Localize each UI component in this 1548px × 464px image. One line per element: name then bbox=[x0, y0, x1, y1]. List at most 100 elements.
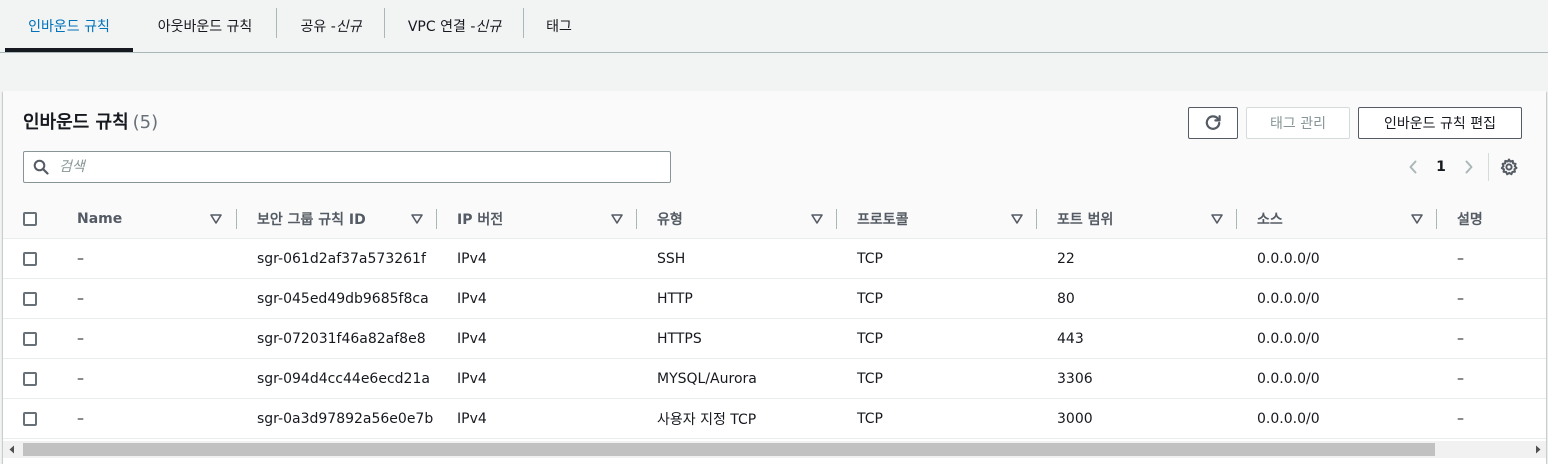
tab-label: 인바운드 규칙 bbox=[28, 19, 110, 35]
column-divider[interactable] bbox=[436, 209, 437, 229]
refresh-button[interactable] bbox=[1188, 107, 1238, 139]
new-badge: 신규 bbox=[335, 19, 362, 35]
table-row[interactable]: – sgr-061d2af37a573261f IPv4 SSH TCP 22 … bbox=[3, 239, 1546, 279]
cell-port-range: 443 bbox=[1057, 331, 1084, 347]
column-divider[interactable] bbox=[1236, 209, 1237, 229]
cell-port-range: 22 bbox=[1057, 251, 1075, 267]
row-checkbox[interactable] bbox=[23, 372, 37, 386]
cell-rule-id: sgr-061d2af37a573261f bbox=[257, 251, 426, 267]
column-header-source[interactable]: 소스 bbox=[1257, 199, 1283, 239]
inbound-rules-panel: 인바운드 규칙(5) 태그 관리 인바운드 규칙 편집 1 bbox=[3, 91, 1546, 464]
cell-name: – bbox=[77, 371, 84, 387]
row-checkbox[interactable] bbox=[23, 412, 37, 426]
next-page-button[interactable] bbox=[1459, 155, 1479, 179]
triangle-right-icon bbox=[1535, 445, 1540, 454]
cell-port-range: 3000 bbox=[1057, 411, 1093, 427]
panel-header: 인바운드 규칙(5) 태그 관리 인바운드 규칙 편집 1 bbox=[3, 91, 1546, 199]
column-header-rule-id[interactable]: 보안 그룹 규칙 ID bbox=[257, 199, 366, 239]
pagination-divider bbox=[1488, 153, 1489, 181]
column-header-description[interactable]: 설명 bbox=[1457, 199, 1483, 239]
table-header: Name 보안 그룹 규칙 ID IP 버전 유형 프로토콜 포트 범위 소스 … bbox=[3, 199, 1546, 239]
triangle-left-icon bbox=[9, 445, 14, 454]
preferences-button[interactable] bbox=[1498, 155, 1520, 179]
scrollbar-thumb[interactable] bbox=[23, 443, 1435, 456]
cell-protocol: TCP bbox=[857, 371, 883, 387]
table-row[interactable]: – sgr-0a3d97892a56e0e7b IPv4 사용자 지정 TCP … bbox=[3, 399, 1546, 439]
cell-description: – bbox=[1457, 251, 1464, 267]
cell-protocol: TCP bbox=[857, 291, 883, 307]
sort-icon[interactable] bbox=[1410, 212, 1424, 226]
cell-protocol: TCP bbox=[857, 251, 883, 267]
cell-port-range: 3306 bbox=[1057, 371, 1093, 387]
column-header-type[interactable]: 유형 bbox=[657, 199, 683, 239]
sort-icon[interactable] bbox=[1210, 212, 1224, 226]
column-divider[interactable] bbox=[836, 209, 837, 229]
column-divider[interactable] bbox=[1436, 209, 1437, 229]
chevron-left-icon bbox=[1409, 160, 1417, 174]
table-row[interactable]: – sgr-045ed49db9685f8ca IPv4 HTTP TCP 80… bbox=[3, 279, 1546, 319]
sort-icon[interactable] bbox=[1010, 212, 1024, 226]
tab-vpc-associations[interactable]: VPC 연결 - 신규 bbox=[388, 0, 521, 52]
active-tab-indicator bbox=[5, 48, 133, 52]
page-number[interactable]: 1 bbox=[1433, 155, 1449, 179]
cell-name: – bbox=[77, 251, 84, 267]
column-divider[interactable] bbox=[1036, 209, 1037, 229]
column-divider[interactable] bbox=[236, 209, 237, 229]
sort-icon[interactable] bbox=[209, 212, 223, 226]
cell-type: 사용자 지정 TCP bbox=[657, 412, 757, 428]
tab-label: 아웃바운드 규칙 bbox=[157, 19, 253, 35]
button-label: 태그 관리 bbox=[1270, 116, 1326, 132]
table-row[interactable]: – sgr-094d4cc44e6ecd21a IPv4 MYSQL/Auror… bbox=[3, 359, 1546, 399]
cell-description: – bbox=[1457, 371, 1464, 387]
cell-source: 0.0.0.0/0 bbox=[1257, 291, 1320, 307]
sort-icon[interactable] bbox=[810, 212, 824, 226]
cell-source: 0.0.0.0/0 bbox=[1257, 251, 1320, 267]
table-row[interactable]: – sgr-072031f46a82af8e8 IPv4 HTTPS TCP 4… bbox=[3, 319, 1546, 359]
cell-rule-id: sgr-0a3d97892a56e0e7b bbox=[257, 411, 434, 427]
sort-icon[interactable] bbox=[610, 212, 624, 226]
rule-count: (5) bbox=[132, 112, 159, 133]
gear-icon bbox=[1500, 158, 1518, 176]
cell-protocol: TCP bbox=[857, 411, 883, 427]
cell-source: 0.0.0.0/0 bbox=[1257, 331, 1320, 347]
column-divider[interactable] bbox=[636, 209, 637, 229]
horizontal-scrollbar[interactable] bbox=[3, 441, 1546, 458]
cell-source: 0.0.0.0/0 bbox=[1257, 411, 1320, 427]
cell-rule-id: sgr-045ed49db9685f8ca bbox=[257, 291, 429, 307]
cell-type: MYSQL/Aurora bbox=[657, 371, 757, 387]
panel-title-text: 인바운드 규칙 bbox=[23, 112, 129, 133]
tab-outbound-rules[interactable]: 아웃바운드 규칙 bbox=[138, 0, 272, 52]
cell-ip-version: IPv4 bbox=[457, 331, 487, 347]
tab-tags[interactable]: 태그 bbox=[527, 0, 591, 52]
tab-divider bbox=[384, 8, 385, 38]
column-header-ip-version[interactable]: IP 버전 bbox=[457, 199, 503, 239]
row-checkbox[interactable] bbox=[23, 292, 37, 306]
column-header-protocol[interactable]: 프로토콜 bbox=[857, 199, 909, 239]
tab-inbound-rules[interactable]: 인바운드 규칙 bbox=[5, 0, 133, 52]
scroll-left-button[interactable] bbox=[3, 441, 20, 458]
previous-page-button[interactable] bbox=[1403, 155, 1423, 179]
edit-inbound-rules-button[interactable]: 인바운드 규칙 편집 bbox=[1358, 107, 1522, 139]
cell-description: – bbox=[1457, 291, 1464, 307]
search-input[interactable] bbox=[59, 159, 639, 175]
search-box bbox=[23, 151, 671, 183]
new-badge: 신규 bbox=[475, 19, 502, 35]
manage-tags-button[interactable]: 태그 관리 bbox=[1246, 107, 1350, 139]
tab-bar: 인바운드 규칙 아웃바운드 규칙 공유 - 신규 VPC 연결 - 신규 태그 bbox=[0, 0, 1548, 53]
cell-name: – bbox=[77, 291, 84, 307]
sort-icon[interactable] bbox=[410, 212, 424, 226]
cell-description: – bbox=[1457, 411, 1464, 427]
cell-ip-version: IPv4 bbox=[457, 371, 487, 387]
tab-label: 태그 bbox=[546, 19, 572, 35]
cell-ip-version: IPv4 bbox=[457, 291, 487, 307]
column-header-name[interactable]: Name bbox=[77, 199, 122, 239]
scroll-right-button[interactable] bbox=[1529, 441, 1546, 458]
row-checkbox[interactable] bbox=[23, 332, 37, 346]
cell-type: HTTPS bbox=[657, 331, 702, 347]
column-header-port-range[interactable]: 포트 범위 bbox=[1057, 199, 1113, 239]
row-checkbox[interactable] bbox=[23, 252, 37, 266]
tab-divider bbox=[523, 8, 524, 38]
tab-label: 공유 - bbox=[300, 19, 336, 35]
tab-sharing[interactable]: 공유 - 신규 bbox=[280, 0, 382, 52]
select-all-checkbox[interactable] bbox=[23, 212, 37, 226]
